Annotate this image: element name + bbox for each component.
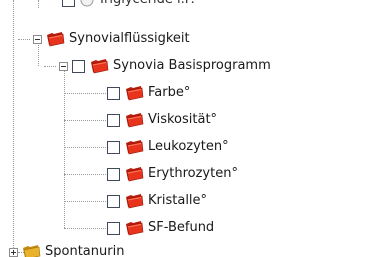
collapse-expander-icon[interactable] [59, 61, 68, 71]
checkbox-icon[interactable] [107, 221, 120, 235]
tree-guide-line [44, 66, 56, 67]
tree-row-item[interactable]: Farbe° [107, 83, 190, 103]
red-folder-icon [126, 86, 144, 101]
tree-guide-line [64, 201, 106, 202]
checkbox-icon[interactable] [107, 113, 120, 127]
tree-item-label: SF-Befund [148, 220, 215, 235]
tree-item-label: Synovia Basisprogramm [113, 58, 271, 73]
gray-folder-icon [80, 0, 94, 7]
red-folder-icon [126, 167, 144, 182]
tree-row-item[interactable]: Leukozyten° [107, 137, 229, 157]
tree-row-item[interactable]: Viskosität° [107, 110, 217, 130]
tree-guide-line [64, 174, 106, 175]
tree-row-partial-bottom[interactable]: Spontanurin [0, 244, 200, 257]
tree-item-label: Spontanurin [45, 244, 125, 257]
expand-expander-icon[interactable] [9, 247, 18, 257]
tree-row-program[interactable]: Synovia Basisprogramm [59, 56, 271, 76]
checkbox-icon[interactable] [107, 167, 120, 181]
tree-guide-line [64, 120, 106, 121]
tree-guide-line [64, 147, 106, 148]
tree-guide-line [64, 228, 106, 229]
checkbox-icon[interactable] [62, 0, 75, 7]
collapse-expander-icon[interactable] [33, 34, 42, 44]
tree-item-label: Erythrozyten° [148, 166, 238, 181]
red-folder-icon [126, 113, 144, 128]
tree-item-label: Viskosität° [148, 112, 218, 127]
tree-item-label: Triglyceride i.P. [98, 0, 195, 10]
tree-row-partial-top[interactable]: Triglyceride i.P. [56, 0, 316, 11]
test-tree: Triglyceride i.P. Synovialflüssigkeit Sy… [0, 0, 384, 257]
yellow-folder-icon [23, 245, 41, 257]
checkbox-icon[interactable] [107, 140, 120, 154]
tree-item-label: Kristalle° [148, 193, 208, 208]
red-folder-icon [126, 221, 144, 236]
red-folder-icon [91, 59, 109, 74]
tree-item-label: Leukozyten° [148, 139, 229, 154]
checkbox-icon[interactable] [72, 59, 85, 73]
tree-row-group[interactable]: Synovialflüssigkeit [33, 29, 190, 49]
red-folder-icon [47, 32, 65, 47]
checkbox-icon[interactable] [107, 194, 120, 208]
red-folder-icon [126, 140, 144, 155]
tree-guide-line [38, 0, 39, 8]
tree-row-item[interactable]: Erythrozyten° [107, 164, 238, 184]
tree-row-item[interactable]: SF-Befund [107, 218, 214, 238]
tree-row-item[interactable]: Kristalle° [107, 191, 207, 211]
tree-guide-line [18, 39, 30, 40]
checkbox-icon[interactable] [107, 86, 120, 100]
tree-guide-line [13, 0, 14, 252]
tree-item-label: Farbe° [148, 85, 191, 100]
red-folder-icon [126, 194, 144, 209]
tree-guide-line [64, 93, 106, 94]
tree-item-label: Synovialflüssigkeit [69, 31, 190, 46]
